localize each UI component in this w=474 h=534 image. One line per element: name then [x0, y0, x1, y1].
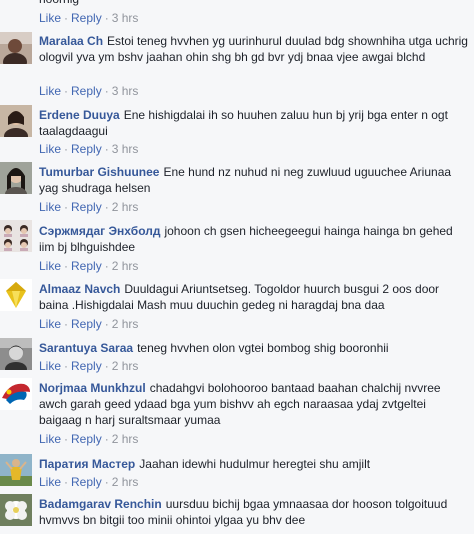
like-link[interactable]: Like — [39, 317, 61, 331]
comment-author-link[interactable]: Almaaz Navch — [39, 282, 120, 296]
separator-dot: · — [64, 84, 69, 98]
comment-actions: Like · Reply · 2 hrs — [39, 475, 138, 489]
group-photo-icon[interactable] — [0, 220, 32, 252]
comment-actions: Like · Reply · 2 hrs — [39, 200, 138, 214]
reply-link[interactable]: Reply — [71, 142, 102, 156]
reply-link[interactable]: Reply — [71, 259, 102, 273]
comment-timestamp[interactable]: 2 hrs — [112, 317, 139, 331]
like-link[interactable]: Like — [39, 359, 61, 373]
person-photo-icon[interactable] — [0, 454, 32, 486]
comment-timestamp[interactable]: 3 hrs — [112, 84, 139, 98]
comment-text: Estoi teneg hvvhen yg uurinhurul duulad … — [39, 34, 468, 64]
separator-dot: · — [104, 359, 109, 373]
person-photo-icon[interactable] — [0, 105, 32, 137]
reply-link[interactable]: Reply — [71, 432, 102, 446]
comment-actions: Like · Reply · 3 hrs — [39, 11, 138, 25]
comment-author-link[interactable]: Erdene Duuya — [39, 108, 120, 122]
comment-body: Badamgarav Renchin uursduu bichij bgaa ym… — [39, 496, 469, 528]
separator-dot: · — [104, 142, 109, 156]
separator-dot: · — [104, 84, 109, 98]
comment-author-link[interactable]: Badamgarav Renchin — [39, 497, 162, 511]
comment-actions: Like · Reply · 2 hrs — [39, 259, 138, 273]
comment-author-link[interactable]: Norjmaa Munkhzul — [39, 381, 146, 395]
diamond-icon[interactable] — [0, 279, 32, 311]
comment-timestamp[interactable]: 3 hrs — [112, 142, 139, 156]
like-link[interactable]: Like — [39, 259, 61, 273]
separator-dot: · — [104, 11, 109, 25]
separator-dot: · — [104, 475, 109, 489]
separator-dot: · — [64, 11, 69, 25]
separator-dot: · — [104, 200, 109, 214]
comment-text: Jaahan idewhi hudulmur heregtei shu amji… — [139, 457, 371, 471]
comment-timestamp[interactable]: 3 hrs — [112, 11, 139, 25]
comment-body: Almaaz Navch Duuldagui Ariuntsetseg. Togo… — [39, 281, 469, 313]
comment-timestamp[interactable]: 2 hrs — [112, 259, 139, 273]
comment-author-link[interactable]: Sarantuya Saraa — [39, 341, 133, 355]
comment-body: Сэржмядаг Энхболд johoon ch gsen hicheege… — [39, 223, 469, 255]
comment-body: Norjmaa Munkhzul chadahgvi bolohooroo ban… — [39, 380, 469, 428]
comment-actions: Like · Reply · 2 hrs — [39, 432, 138, 446]
comment-text: teneg hvvhen olon vgtei bombog shig boor… — [137, 341, 389, 355]
reply-link[interactable]: Reply — [71, 475, 102, 489]
reply-link[interactable]: Reply — [71, 84, 102, 98]
comment-timestamp[interactable]: 2 hrs — [112, 359, 139, 373]
comment-body: Maralaa Ch Estoi teneg hvvhen yg uurinhur… — [39, 33, 469, 65]
separator-dot: · — [64, 432, 69, 446]
partial-comment-text: hoorhig — [39, 0, 79, 6]
person-photo-icon[interactable] — [0, 162, 32, 194]
like-link[interactable]: Like — [39, 142, 61, 156]
separator-dot: · — [104, 317, 109, 331]
comment-author-link[interactable]: Сэржмядаг Энхболд — [39, 224, 160, 238]
person-photo-icon[interactable] — [0, 338, 32, 370]
comment-author-link[interactable]: Maralaa Ch — [39, 34, 103, 48]
comment-body: Sarantuya Saraa teneg hvvhen olon vgtei b… — [39, 340, 469, 356]
comment-timestamp[interactable]: 2 hrs — [112, 432, 139, 446]
comment-body: Erdene Duuya Ene hishigdalai ih so huuhen… — [39, 107, 469, 139]
comment-author-link[interactable]: Паратия Мастер — [39, 457, 135, 471]
comment-actions: Like · Reply · 3 hrs — [39, 142, 138, 156]
flower-photo-icon[interactable] — [0, 494, 32, 526]
separator-dot: · — [64, 317, 69, 331]
reply-link[interactable]: Reply — [71, 317, 102, 331]
separator-dot: · — [64, 359, 69, 373]
comment-author-link[interactable]: Tumurbar Gishuunee — [39, 165, 159, 179]
separator-dot: · — [64, 142, 69, 156]
comment-body: Паратия Мастер Jaahan idewhi hudulmur her… — [39, 456, 469, 472]
comment-timestamp[interactable]: 2 hrs — [112, 200, 139, 214]
comment-actions: Like · Reply · 3 hrs — [39, 84, 138, 98]
reply-link[interactable]: Reply — [71, 11, 102, 25]
flag-photo-icon[interactable] — [0, 378, 32, 410]
separator-dot: · — [64, 200, 69, 214]
separator-dot: · — [104, 432, 109, 446]
separator-dot: · — [64, 259, 69, 273]
comment-timestamp[interactable]: 2 hrs — [112, 475, 139, 489]
separator-dot: · — [64, 475, 69, 489]
like-link[interactable]: Like — [39, 84, 61, 98]
comment-actions: Like · Reply · 2 hrs — [39, 359, 138, 373]
comment-actions: Like · Reply · 2 hrs — [39, 317, 138, 331]
separator-dot: · — [104, 259, 109, 273]
reply-link[interactable]: Reply — [71, 359, 102, 373]
like-link[interactable]: Like — [39, 475, 61, 489]
like-link[interactable]: Like — [39, 432, 61, 446]
person-photo-icon[interactable] — [0, 32, 32, 64]
comment-body: Tumurbar Gishuunee Ene hund nz nuhud ni n… — [39, 164, 469, 196]
like-link[interactable]: Like — [39, 200, 61, 214]
like-link[interactable]: Like — [39, 11, 61, 25]
reply-link[interactable]: Reply — [71, 200, 102, 214]
